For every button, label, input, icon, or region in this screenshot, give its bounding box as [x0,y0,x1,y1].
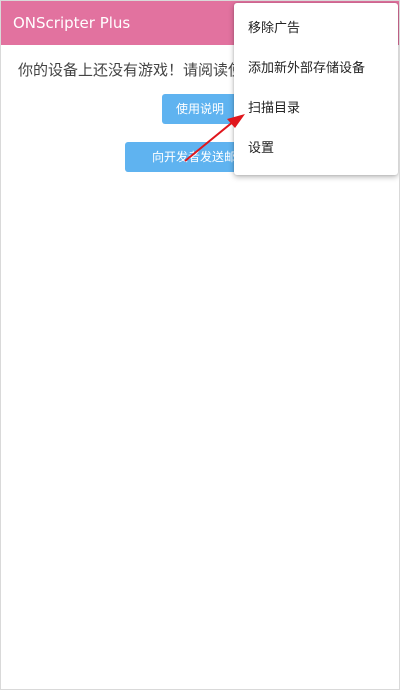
app-title: ONScripter Plus [13,14,131,32]
menu-item-label: 添加新外部存储设备 [248,61,366,76]
phone-screen: ONScripter Plus 你的设备上还没有游戏！请阅读使 使用说明 向开发… [0,0,400,690]
menu-item-add-storage[interactable]: 添加新外部存储设备 [234,49,398,89]
no-games-notice: 你的设备上还没有游戏！请阅读使 [18,61,244,79]
menu-item-scan-directory[interactable]: 扫描目录 [234,89,398,129]
menu-item-label: 扫描目录 [248,101,301,116]
menu-item-settings[interactable]: 设置 [234,129,398,169]
menu-item-label: 设置 [248,141,275,156]
manual-button[interactable]: 使用说明 [162,94,238,124]
menu-item-label: 移除广告 [248,21,301,36]
overflow-menu: 移除广告 添加新外部存储设备 扫描目录 设置 [234,3,398,175]
menu-item-remove-ads[interactable]: 移除广告 [234,9,398,49]
